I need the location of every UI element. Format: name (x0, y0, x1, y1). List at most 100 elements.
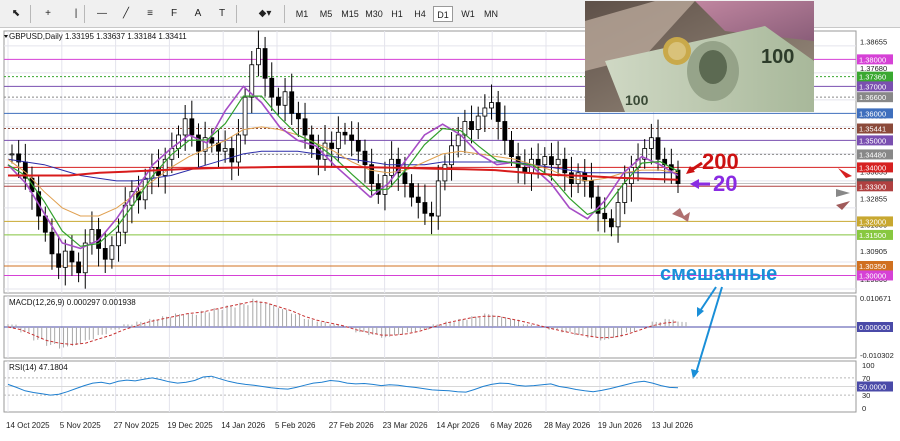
x-axis-label: 5 Nov 2025 (60, 421, 101, 430)
candle-body (435, 180, 441, 217)
level-price-label: 1.37000 (859, 82, 886, 91)
level-price-label: 1.35000 (859, 136, 886, 145)
candle-body (482, 107, 488, 117)
candle-body (502, 121, 508, 141)
timeframe-d1[interactable]: D1 (433, 6, 453, 22)
x-axis-label: 14 Oct 2025 (6, 421, 50, 430)
candle-body (615, 202, 621, 228)
timeframe-m15[interactable]: M15 (338, 6, 362, 22)
candle-body (56, 253, 62, 268)
text-icon[interactable]: A (188, 4, 208, 24)
candle-body (655, 137, 661, 160)
candle-body (489, 102, 494, 109)
candle-body (442, 164, 448, 182)
candle-body (196, 134, 201, 152)
macd-axis-label: -0.010302 (860, 351, 894, 360)
macd-axis-label: 0.000000 (859, 323, 890, 332)
candle-body (549, 156, 554, 166)
timeframe-m1[interactable]: M1 (292, 6, 312, 22)
candle-body (495, 102, 501, 122)
x-axis-label: 27 Nov 2025 (114, 421, 160, 430)
candle-body (295, 112, 301, 120)
timeframe-mn[interactable]: MN (481, 6, 501, 22)
candle-body (609, 218, 614, 228)
toolbar-separator (236, 5, 237, 23)
timeframe-m5[interactable]: M5 (316, 6, 336, 22)
timeframe-m30[interactable]: M30 (362, 6, 386, 22)
x-axis-label: 14 Apr 2026 (436, 421, 480, 430)
timeframe-h1[interactable]: H1 (387, 6, 407, 22)
candle-body (415, 196, 421, 203)
trendline-icon[interactable]: ╱ (116, 4, 136, 24)
price-axis-label: 1.30905 (860, 247, 887, 256)
candle-body (402, 172, 408, 185)
shapes-icon[interactable]: ◆▾ (252, 4, 278, 24)
rsi-axis-label: 0 (862, 404, 866, 413)
macd-axis-label: 0.010671 (860, 294, 891, 303)
svg-text:100: 100 (625, 92, 649, 108)
candle-body (269, 77, 275, 98)
timeframe-h4[interactable]: H4 (410, 6, 430, 22)
x-axis-label: 19 Jun 2026 (598, 421, 643, 430)
x-axis-label: 28 May 2026 (544, 421, 591, 430)
candle-body (475, 115, 481, 130)
candle-body (535, 158, 541, 166)
candle-body (622, 183, 628, 203)
candle-body (362, 150, 368, 166)
level-price-label: 1.34000 (859, 163, 886, 172)
horizontal-line-icon[interactable]: — (92, 4, 112, 24)
candle-body (282, 91, 288, 106)
svg-text:100: 100 (761, 46, 794, 68)
level-price-label: 1.36600 (859, 93, 886, 102)
currency-photo: 100 100 (585, 1, 814, 112)
candle-body (109, 245, 115, 260)
candle-body (236, 134, 241, 163)
candle-body (76, 261, 81, 274)
candle-body (429, 212, 434, 217)
cursor-icon[interactable]: ⬉ (6, 4, 26, 24)
channel-icon[interactable]: ≡ (140, 4, 160, 24)
candle-body (469, 121, 474, 130)
level-price-label: 1.37360 (859, 73, 886, 82)
candle-body (49, 231, 55, 255)
level-price-label: 1.35441 (859, 125, 886, 134)
candle-body (275, 96, 281, 106)
candle-body (349, 134, 355, 141)
x-axis-label: 23 Mar 2026 (383, 421, 428, 430)
candle-body (62, 250, 68, 268)
level-price-label: 1.32000 (859, 217, 886, 226)
candle-body (602, 212, 608, 220)
candle-body (355, 139, 361, 152)
x-axis-label: 19 Dec 2025 (167, 421, 213, 430)
candle-body (289, 91, 295, 114)
level-price-label: 1.31500 (859, 231, 886, 240)
rsi-header: RSI(14) 47.1804 (9, 363, 68, 372)
price-axis-label: 1.38655 (860, 38, 887, 47)
fibonacci-icon[interactable]: F (164, 4, 184, 24)
rsi-axis-label: 100 (862, 361, 875, 370)
candle-body (256, 48, 261, 66)
toolbar-separator (30, 5, 31, 23)
price-axis-label: 1.32855 (860, 194, 887, 203)
candle-body (189, 118, 195, 136)
level-price-label: 1.36000 (859, 109, 886, 118)
annotation-20: 20 (713, 171, 737, 196)
candle-body (562, 158, 568, 174)
candle-body (302, 118, 308, 136)
vertical-line-icon[interactable]: | (66, 4, 86, 24)
candle-body (542, 156, 548, 166)
rsi-axis-label: 30 (862, 391, 870, 400)
candle-body (69, 250, 75, 263)
level-price-label: 1.33300 (859, 182, 886, 191)
timeframe-w1[interactable]: W1 (458, 6, 478, 22)
candle-body (182, 118, 188, 136)
candle-body (222, 148, 228, 152)
candle-body (335, 131, 341, 149)
candle-body (589, 180, 594, 198)
level-price-label: 1.34480 (859, 150, 886, 159)
candle-body (329, 142, 335, 149)
text-label-icon[interactable]: T (212, 4, 232, 24)
crosshair-icon[interactable]: + (38, 4, 58, 24)
x-axis-label: 13 Jul 2026 (652, 421, 694, 430)
toolbar-separator (284, 5, 285, 23)
